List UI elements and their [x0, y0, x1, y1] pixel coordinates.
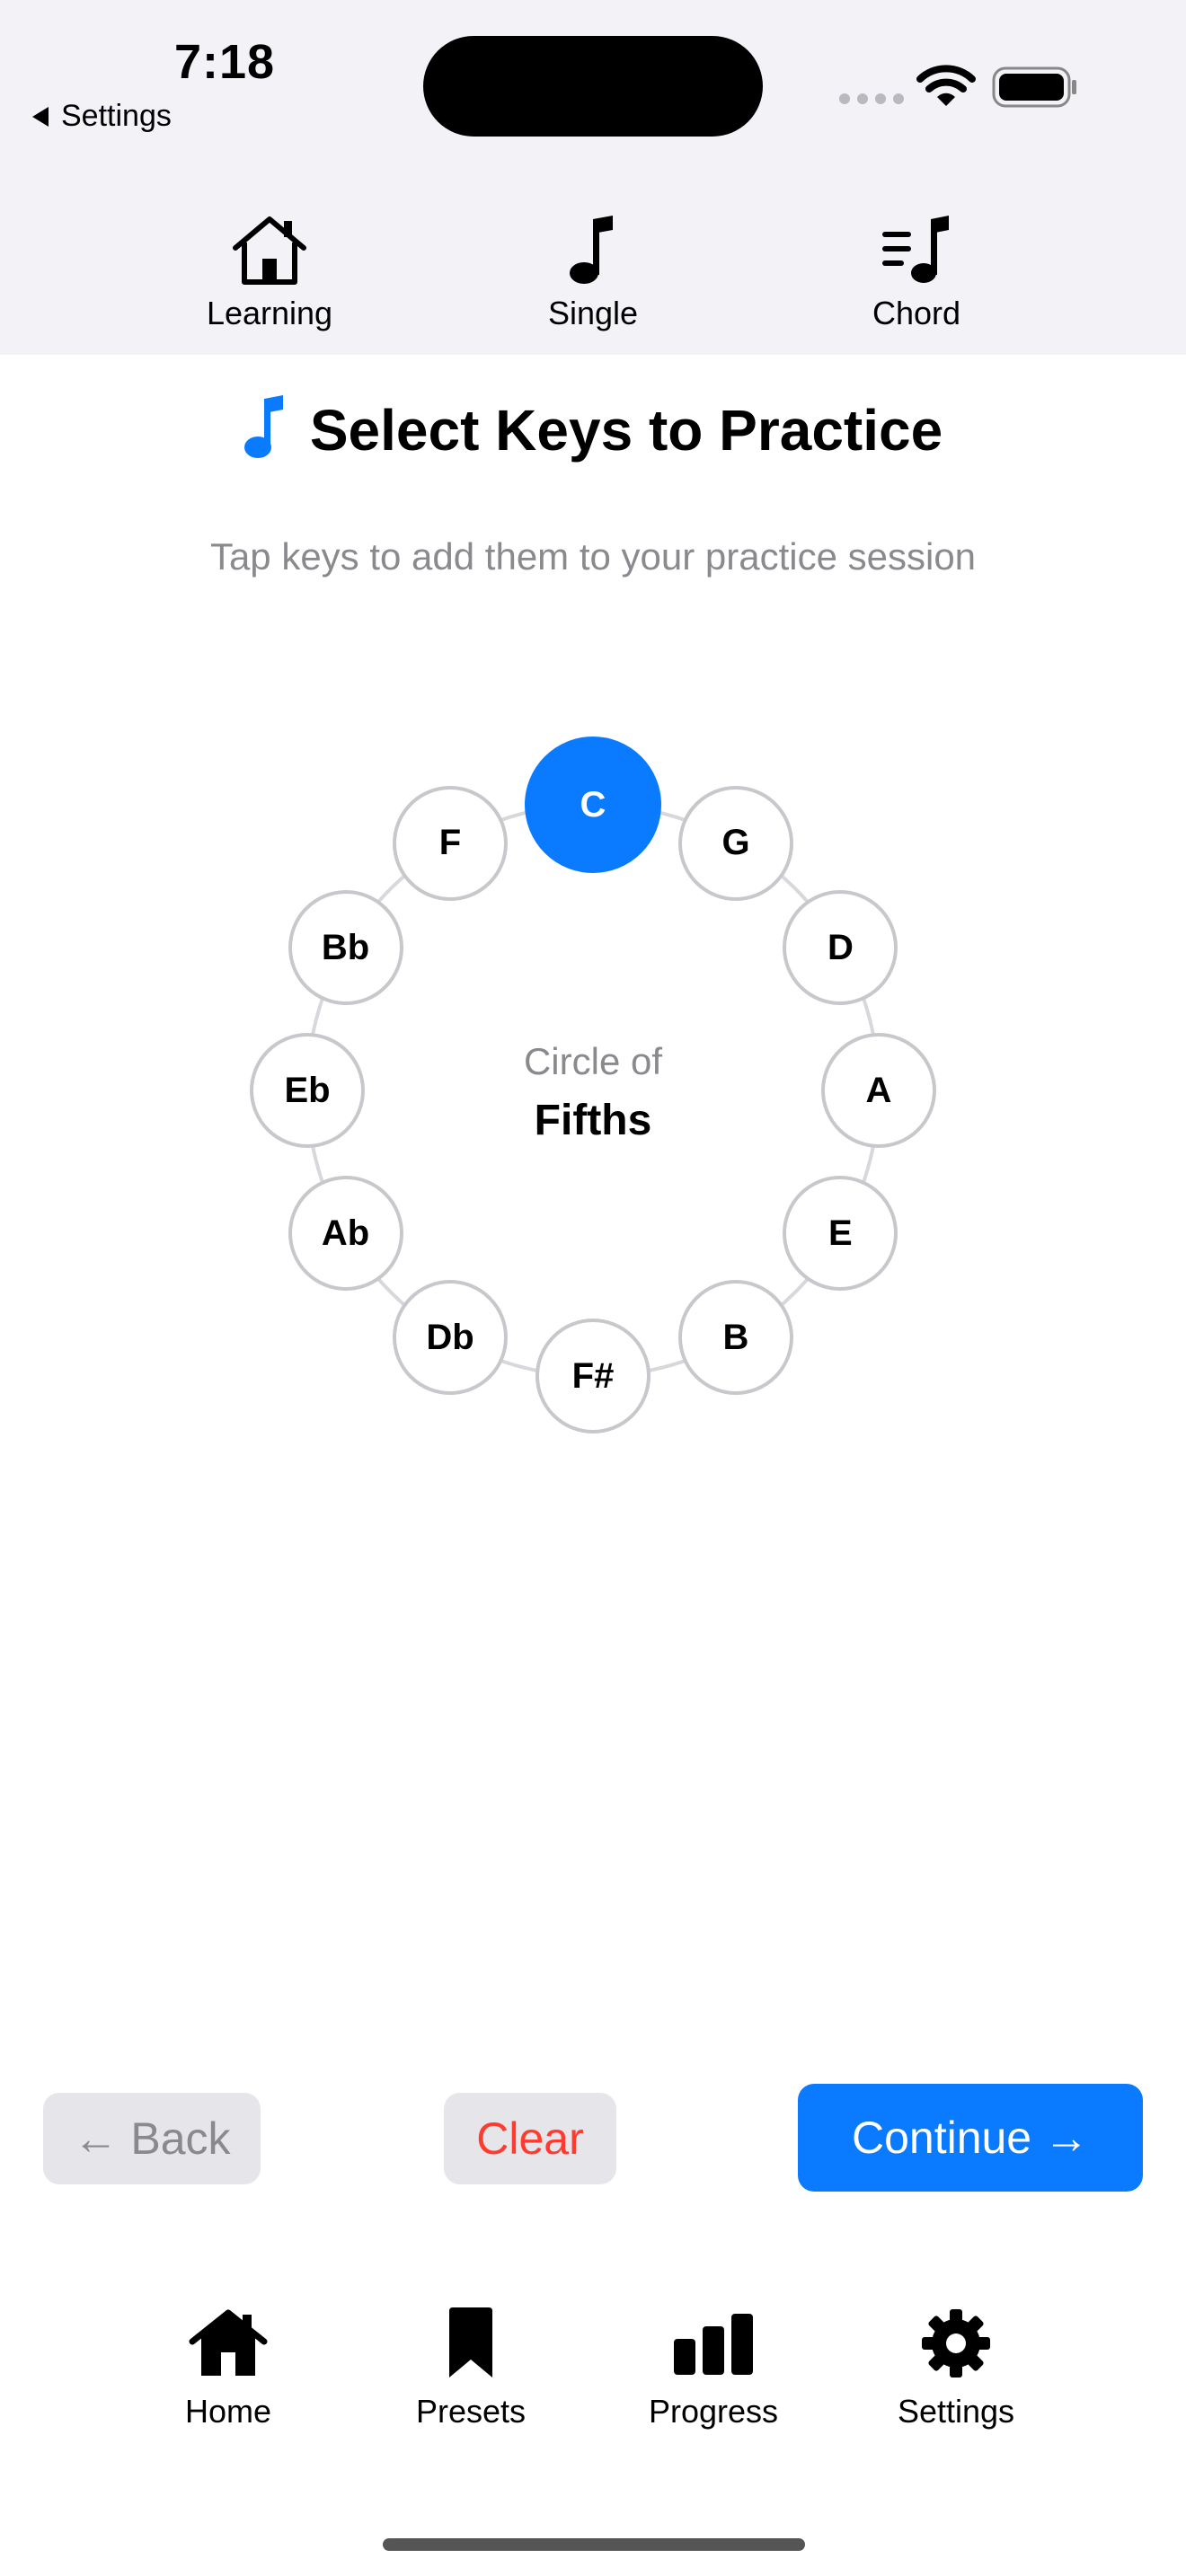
key-button-db[interactable]: Db: [393, 1280, 508, 1396]
key-button-e[interactable]: E: [783, 1176, 898, 1291]
chart-bar-icon: [624, 2307, 803, 2380]
page-subtitle: Tap keys to add them to your practice se…: [209, 535, 977, 578]
key-button-g[interactable]: G: [678, 785, 793, 901]
battery-icon: [992, 66, 1076, 108]
back-button[interactable]: ← Back: [43, 2093, 261, 2184]
tab-learning-label: Learning: [206, 295, 333, 331]
key-button-f-sharp[interactable]: F#: [535, 1319, 651, 1434]
tab-presets[interactable]: Presets: [381, 2307, 561, 2430]
tab-chord-label: Chord: [872, 295, 961, 331]
key-button-d[interactable]: D: [783, 890, 898, 1005]
tab-settings[interactable]: Settings: [866, 2307, 1046, 2430]
gear-icon: [866, 2307, 1046, 2380]
tab-home[interactable]: Home: [138, 2307, 318, 2430]
back-link-label: Settings: [61, 99, 172, 133]
tab-settings-label: Settings: [897, 2393, 1015, 2430]
page-title: Select Keys to Practice: [309, 397, 943, 463]
continue-button[interactable]: Continue →: [798, 2084, 1143, 2192]
tab-presets-label: Presets: [415, 2393, 527, 2430]
key-button-eb[interactable]: Eb: [250, 1033, 365, 1148]
music-note-icon: [243, 395, 287, 464]
home-indicator: [383, 2538, 805, 2551]
clear-button[interactable]: Clear: [444, 2093, 616, 2184]
tab-home-label: Home: [184, 2393, 272, 2430]
key-button-ab[interactable]: Ab: [288, 1176, 403, 1291]
signal-icon: [839, 93, 904, 104]
tab-chord[interactable]: Chord: [818, 208, 1015, 332]
tab-progress[interactable]: Progress: [624, 2307, 803, 2430]
tab-single[interactable]: Single: [494, 208, 692, 332]
music-note-icon: [494, 208, 692, 286]
key-button-bb[interactable]: Bb: [288, 890, 403, 1005]
wifi-icon: [916, 65, 976, 106]
key-button-c[interactable]: C: [525, 737, 661, 873]
tab-progress-label: Progress: [648, 2393, 779, 2430]
chord-list-icon: [818, 208, 1015, 286]
house-fill-icon: [138, 2307, 318, 2380]
status-time: 7:18: [173, 35, 276, 89]
back-triangle-icon: [32, 106, 49, 127]
bookmark-icon: [381, 2307, 561, 2380]
circle-of-fifths: Circle of Fifths C G D A E B F# Db Ab Eb Bb F: [243, 737, 943, 1455]
page-header: Select Keys to Practice: [0, 395, 1186, 464]
key-button-a[interactable]: A: [821, 1033, 936, 1148]
dynamic-island: [423, 36, 763, 137]
key-button-b[interactable]: B: [678, 1280, 793, 1396]
key-button-f[interactable]: F: [393, 785, 508, 901]
back-to-settings-link[interactable]: Settings: [32, 99, 172, 134]
tab-learning[interactable]: Learning: [171, 208, 368, 332]
tab-single-label: Single: [547, 295, 639, 331]
house-icon: [171, 208, 368, 286]
